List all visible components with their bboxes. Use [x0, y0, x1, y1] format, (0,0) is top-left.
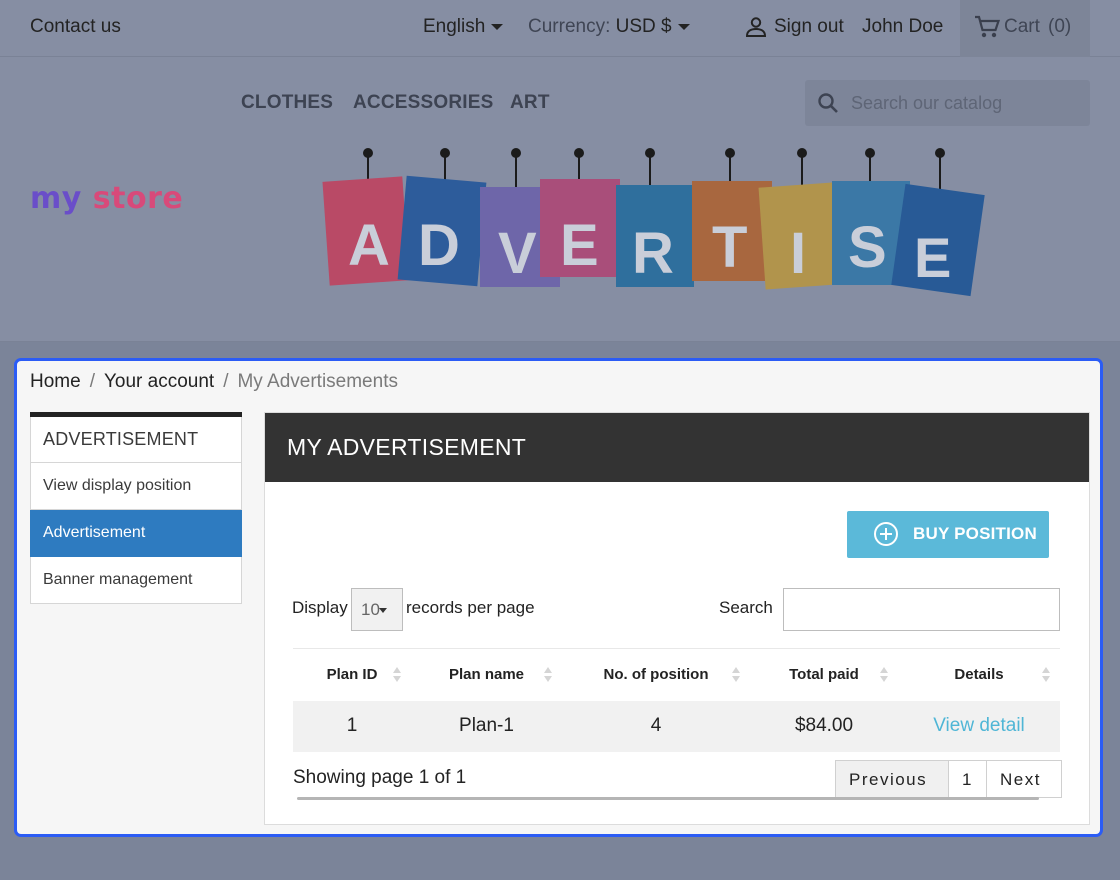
panel-title: MY ADVERTISEMENT: [265, 413, 1089, 482]
cell-plan-id: 1: [293, 700, 411, 752]
sign-out-link[interactable]: Sign out: [774, 16, 844, 38]
sort-icon: [544, 667, 552, 685]
col-plan-name[interactable]: Plan name: [411, 648, 562, 701]
records-per-page-select[interactable]: 10: [351, 588, 403, 631]
user-icon: [744, 15, 768, 45]
breadcrumb-current: My Advertisements: [237, 371, 398, 392]
sort-icon: [732, 667, 740, 685]
page-1-button[interactable]: 1: [949, 761, 987, 797]
svg-text:E: E: [560, 213, 599, 278]
col-total-paid[interactable]: Total paid: [750, 648, 898, 701]
cell-positions: 4: [562, 700, 750, 752]
user-name-link[interactable]: John Doe: [862, 16, 943, 38]
buy-position-button[interactable]: BUY POSITION: [847, 511, 1049, 558]
advertisement-table: Plan ID Plan name No. of position Total …: [293, 648, 1060, 752]
menu-clothes[interactable]: CLOTHES: [241, 92, 333, 114]
svg-text:E: E: [914, 226, 951, 289]
svg-text:V: V: [498, 221, 537, 286]
catalog-search[interactable]: Search our catalog: [805, 80, 1090, 126]
pagination: Previous 1 Next: [835, 760, 1062, 798]
sort-icon: [393, 667, 401, 685]
cart-button[interactable]: Cart (0): [960, 0, 1090, 57]
chevron-down-icon: [379, 608, 387, 613]
top-nav: Contact us English Currency: USD $ Sign …: [0, 0, 1120, 57]
previous-page-button[interactable]: Previous: [836, 761, 949, 797]
banner-card-t: T: [692, 148, 772, 281]
menu-art[interactable]: ART: [510, 92, 550, 114]
svg-text:I: I: [790, 221, 806, 286]
contact-us-link[interactable]: Contact us: [30, 16, 121, 38]
search-icon: [818, 93, 838, 113]
currency-label: Currency:: [528, 16, 611, 37]
col-plan-id-label: Plan ID: [326, 666, 378, 684]
svg-text:R: R: [632, 221, 674, 286]
chevron-down-icon: [677, 23, 690, 30]
svg-text:S: S: [848, 215, 887, 280]
table-search-input[interactable]: [783, 588, 1060, 631]
sidebar-item-advertisement[interactable]: Advertisement: [30, 510, 242, 557]
svg-text:T: T: [712, 215, 747, 280]
banner-card-a: A: [322, 148, 410, 286]
view-detail-link[interactable]: View detail: [898, 700, 1060, 752]
records-per-page-label: records per page: [406, 598, 535, 617]
col-details-label: Details: [954, 666, 1004, 684]
col-positions-label: No. of position: [603, 666, 709, 684]
col-total-paid-label: Total paid: [789, 666, 859, 684]
menu-accessories[interactable]: ACCESSORIES: [353, 92, 494, 114]
breadcrumb: Home / Your account / My Advertisements: [30, 371, 398, 392]
buy-position-label: BUY POSITION: [913, 524, 1037, 543]
svg-text:D: D: [418, 213, 460, 278]
col-positions[interactable]: No. of position: [562, 648, 750, 701]
plus-circle-icon: [874, 522, 898, 546]
store-logo[interactable]: my store: [30, 181, 183, 216]
search-placeholder: Search our catalog: [851, 93, 1003, 113]
banner-card-i: I: [758, 148, 840, 290]
logo-word-store: store: [92, 181, 184, 216]
cart-label: Cart: [1004, 16, 1040, 37]
records-per-page-value: 10: [361, 600, 380, 619]
pagination-info: Showing page 1 of 1: [293, 767, 467, 788]
col-plan-id[interactable]: Plan ID: [293, 648, 411, 701]
language-label: English: [423, 16, 486, 37]
sort-icon: [880, 667, 888, 685]
sidebar-item-view-display-position[interactable]: View display position: [30, 463, 242, 510]
sidebar-title: ADVERTISEMENT: [30, 417, 242, 463]
advertise-banner: A D V E R T I S E: [322, 148, 985, 297]
advertisement-panel: MY ADVERTISEMENT BUY POSITION Display 10…: [264, 412, 1090, 825]
chevron-down-icon: [491, 23, 504, 30]
horizontal-scrollbar[interactable]: [297, 797, 1039, 800]
cell-total-paid: $84.00: [750, 700, 898, 752]
currency-selector[interactable]: Currency: USD $: [528, 16, 690, 38]
account-content: Home / Your account / My Advertisements ADVE…: [14, 358, 1103, 837]
col-details[interactable]: Details: [898, 648, 1060, 701]
banner-card-e2: E: [891, 148, 985, 297]
table-row: 1 Plan-1 4 $84.00 View detail: [293, 700, 1060, 752]
breadcrumb-your-account[interactable]: Your account: [104, 371, 214, 392]
table-header-row: Plan ID Plan name No. of position Total …: [293, 648, 1060, 701]
display-label: Display: [292, 598, 348, 617]
breadcrumb-home[interactable]: Home: [30, 371, 81, 392]
language-selector[interactable]: English: [423, 16, 504, 38]
table-search-label: Search: [719, 598, 773, 617]
sort-icon: [1042, 667, 1050, 685]
cart-icon: [974, 15, 1001, 45]
banner-card-e: E: [540, 148, 620, 278]
logo-word-my: my: [30, 181, 82, 216]
account-sidebar: ADVERTISEMENT View display position Adve…: [30, 412, 242, 604]
col-plan-name-label: Plan name: [448, 666, 525, 684]
svg-text:A: A: [348, 213, 390, 278]
currency-value: USD $: [615, 16, 672, 37]
sidebar-item-banner-management[interactable]: Banner management: [30, 557, 242, 604]
banner-card-r: R: [616, 148, 694, 287]
site-header: my store CLOTHES ACCESSORIES ART Search …: [0, 57, 1120, 342]
next-page-button[interactable]: Next: [987, 761, 1061, 797]
cell-plan-name: Plan-1: [411, 700, 562, 752]
cart-count: (0): [1048, 16, 1072, 37]
banner-card-d: D: [397, 148, 487, 287]
